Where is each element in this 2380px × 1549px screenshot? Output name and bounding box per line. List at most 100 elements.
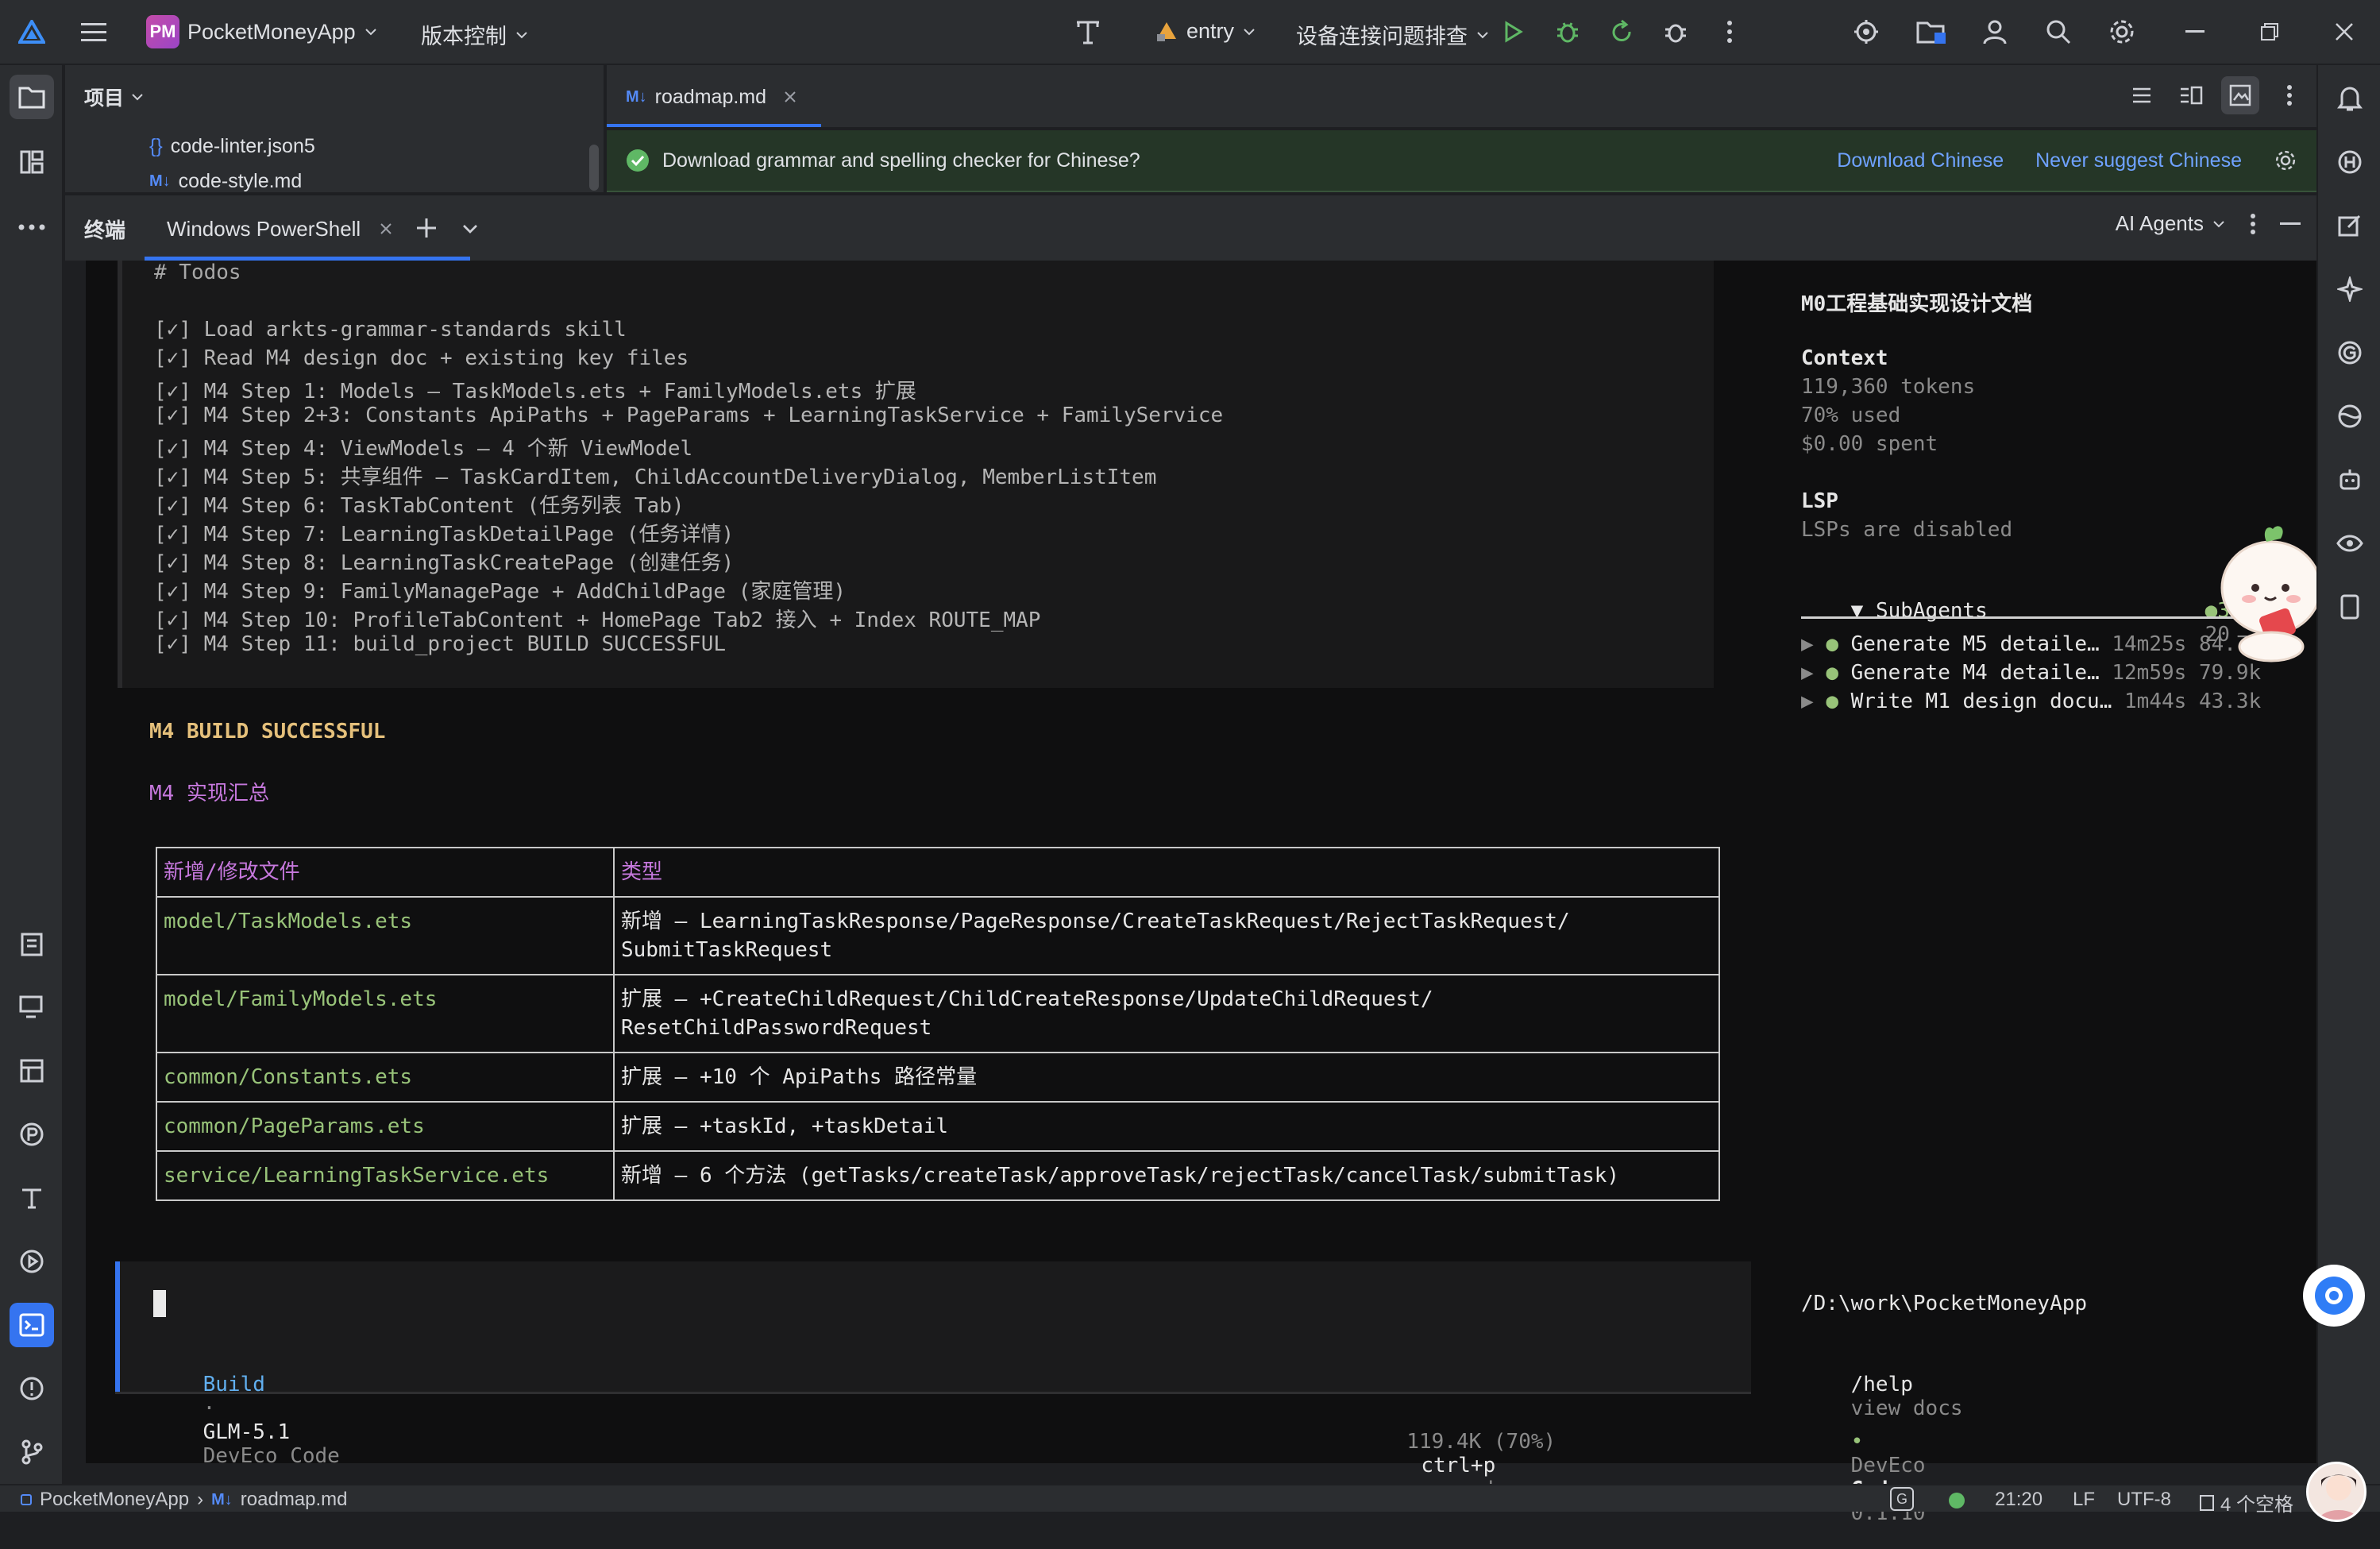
subagent-name: Write M1 design docu… xyxy=(1850,690,2112,713)
table-row: model/TaskModels.ets 新增 — LearningTaskRes… xyxy=(156,896,1720,975)
editor-only-icon[interactable] xyxy=(2123,76,2161,114)
preview-only-icon[interactable] xyxy=(2221,76,2259,114)
hide-panel-icon[interactable] xyxy=(2280,222,2301,226)
run-tool-button[interactable] xyxy=(10,1239,54,1284)
device-manager-button[interactable] xyxy=(10,985,54,1029)
subagent-item[interactable]: ▶ ● Generate M4 detaile… 12m59s 79.9k xyxy=(1801,661,2261,685)
summary-table: 新增/修改文件 类型 model/TaskModels.ets 新增 — Lear… xyxy=(156,847,1720,1201)
more-vertical-icon[interactable] xyxy=(2270,76,2309,114)
project-switcher[interactable]: PM PocketMoneyApp xyxy=(146,15,378,48)
project-panel-header[interactable]: 项目 xyxy=(65,65,604,129)
more-vertical-icon[interactable] xyxy=(1706,8,1753,56)
assistant-mascot[interactable] xyxy=(2216,500,2327,667)
prompt-input[interactable]: Build · GLM-5.1 DevEco Code xyxy=(115,1261,1751,1468)
harmony-assistant-icon[interactable] xyxy=(2329,141,2370,183)
main-menu-icon[interactable] xyxy=(70,8,118,56)
file-item[interactable]: M↓ code-style.md xyxy=(149,170,302,192)
todo-item: [✓] M4 Step 2+3: Constants ApiPaths + Pa… xyxy=(154,404,1224,427)
change-type-cell: 扩展 — +taskId, +taskDetail xyxy=(613,1101,1720,1152)
settings-gear-icon[interactable] xyxy=(2098,8,2146,56)
problems-tool-button[interactable] xyxy=(10,1366,54,1411)
run-config-label: entry xyxy=(1186,19,1235,43)
todos-header: # Todos xyxy=(154,261,241,284)
todo-item: [✓] M4 Step 8: LearningTaskCreatePage (创… xyxy=(154,551,735,575)
split-view-icon[interactable] xyxy=(2172,76,2210,114)
device-selector[interactable]: 设备连接问题排查 xyxy=(1296,19,1490,50)
chevron-down-icon[interactable] xyxy=(461,219,480,238)
more-vertical-icon[interactable] xyxy=(2250,213,2256,235)
debug-icon[interactable] xyxy=(1544,8,1591,56)
g-status-icon[interactable]: G xyxy=(1890,1487,1914,1511)
context-tokens: 119,360 tokens xyxy=(1801,375,1976,399)
rerun-icon[interactable] xyxy=(1598,8,1645,56)
account-icon[interactable] xyxy=(1971,8,2019,56)
globe-plugin-icon[interactable] xyxy=(2329,396,2370,437)
indent-label: 4 个空格 xyxy=(2220,1494,2294,1516)
terminal-tool-button[interactable] xyxy=(10,1303,54,1347)
font-tool-icon[interactable] xyxy=(1064,8,1112,56)
banner-settings-icon[interactable] xyxy=(2274,149,2297,172)
more-tools-icon[interactable] xyxy=(10,205,54,249)
never-suggest-link[interactable]: Never suggest Chinese xyxy=(2035,149,2242,172)
markdown-file-icon: M↓ xyxy=(211,1490,233,1508)
floating-assistant-button[interactable] xyxy=(2303,1265,2365,1327)
todo-item: [✓] M4 Step 7: LearningTaskDetailPage (任… xyxy=(154,523,735,547)
git-tool-button[interactable] xyxy=(10,1430,54,1474)
status-dot-icon: ● xyxy=(1826,690,1851,713)
file-encoding[interactable]: UTF-8 xyxy=(2117,1489,2171,1511)
editor-view-controls xyxy=(2123,76,2309,114)
target-icon[interactable] xyxy=(1842,8,1890,56)
scrollbar[interactable] xyxy=(589,145,599,191)
ai-agents-menu[interactable]: AI Agents xyxy=(2116,211,2226,236)
indent-setting[interactable]: 4 个空格 xyxy=(2200,1489,2293,1516)
subagent-item[interactable]: ▶ ● Write M1 design docu… 1m44s 43.3k xyxy=(1801,690,2261,713)
breadcrumb-separator-icon: › xyxy=(197,1489,204,1510)
subagent-name: Generate M4 detaile… xyxy=(1850,661,2100,685)
attach-debugger-icon[interactable] xyxy=(1652,8,1699,56)
run-config-selector[interactable]: entry xyxy=(1155,19,1256,44)
g-plugin-icon[interactable] xyxy=(2329,332,2370,373)
green-status-dot-icon[interactable] xyxy=(1949,1493,1965,1508)
file-item[interactable]: {} code-linter.json5 xyxy=(149,135,315,158)
add-terminal-icon[interactable] xyxy=(415,216,438,240)
format-tool-button[interactable] xyxy=(10,1176,54,1220)
robot-agent-icon[interactable] xyxy=(2329,459,2370,500)
vcs-menu[interactable]: 版本控制 xyxy=(421,19,529,50)
profiler-tool-button[interactable] xyxy=(10,1112,54,1157)
lsp-label: LSP xyxy=(1801,489,1838,513)
notifications-icon[interactable] xyxy=(2329,78,2370,119)
restore-icon[interactable] xyxy=(2246,8,2293,56)
download-chinese-link[interactable]: Download Chinese xyxy=(1837,149,2004,172)
subagents-label: SubAgents xyxy=(1875,599,1988,623)
todo-tool-button[interactable] xyxy=(10,921,54,966)
todo-item: [✓] M4 Step 10: ProfileTabContent + Home… xyxy=(154,608,1041,632)
search-icon[interactable] xyxy=(2035,8,2082,56)
folder-device-icon[interactable] xyxy=(1907,8,1955,56)
layout-tool-button[interactable] xyxy=(10,1049,54,1093)
run-icon[interactable] xyxy=(1489,8,1537,56)
breadcrumb-file[interactable]: roadmap.md xyxy=(241,1489,348,1511)
divider xyxy=(115,1392,1751,1394)
device-preview-icon[interactable] xyxy=(2329,586,2370,628)
breadcrumb-project[interactable]: PocketMoneyApp xyxy=(40,1489,189,1511)
eye-preview-icon[interactable] xyxy=(2329,523,2370,564)
cursor-time[interactable]: 21:20 xyxy=(1995,1489,2042,1511)
file-name: code-linter.json5 xyxy=(170,135,315,157)
close-tab-icon[interactable] xyxy=(380,222,392,235)
editor-tab-roadmap[interactable]: M↓ roadmap.md xyxy=(607,65,821,129)
vcs-label: 版本控制 xyxy=(421,25,507,48)
minimize-icon[interactable] xyxy=(2171,8,2219,56)
todo-item: [✓] M4 Step 6: TaskTabContent (任务列表 Tab) xyxy=(154,494,685,518)
close-tab-icon[interactable] xyxy=(784,91,797,103)
edit-notes-icon[interactable] xyxy=(2329,205,2370,246)
line-separator[interactable]: LF xyxy=(2073,1489,2095,1511)
subagent-item[interactable]: ▶ ● Generate M5 detaile… 14m25s 84.7 xyxy=(1801,632,2249,656)
close-icon[interactable] xyxy=(2320,8,2368,56)
ai-stars-icon[interactable] xyxy=(2329,268,2370,310)
structure-tool-button[interactable] xyxy=(10,140,54,184)
todo-item: [✓] M4 Step 9: FamilyManagePage + AddChi… xyxy=(154,580,847,604)
user-avatar[interactable] xyxy=(2306,1462,2366,1522)
project-badge: PM xyxy=(146,15,179,48)
project-tool-button[interactable] xyxy=(10,75,54,119)
context-used: 70% used xyxy=(1801,404,1901,427)
